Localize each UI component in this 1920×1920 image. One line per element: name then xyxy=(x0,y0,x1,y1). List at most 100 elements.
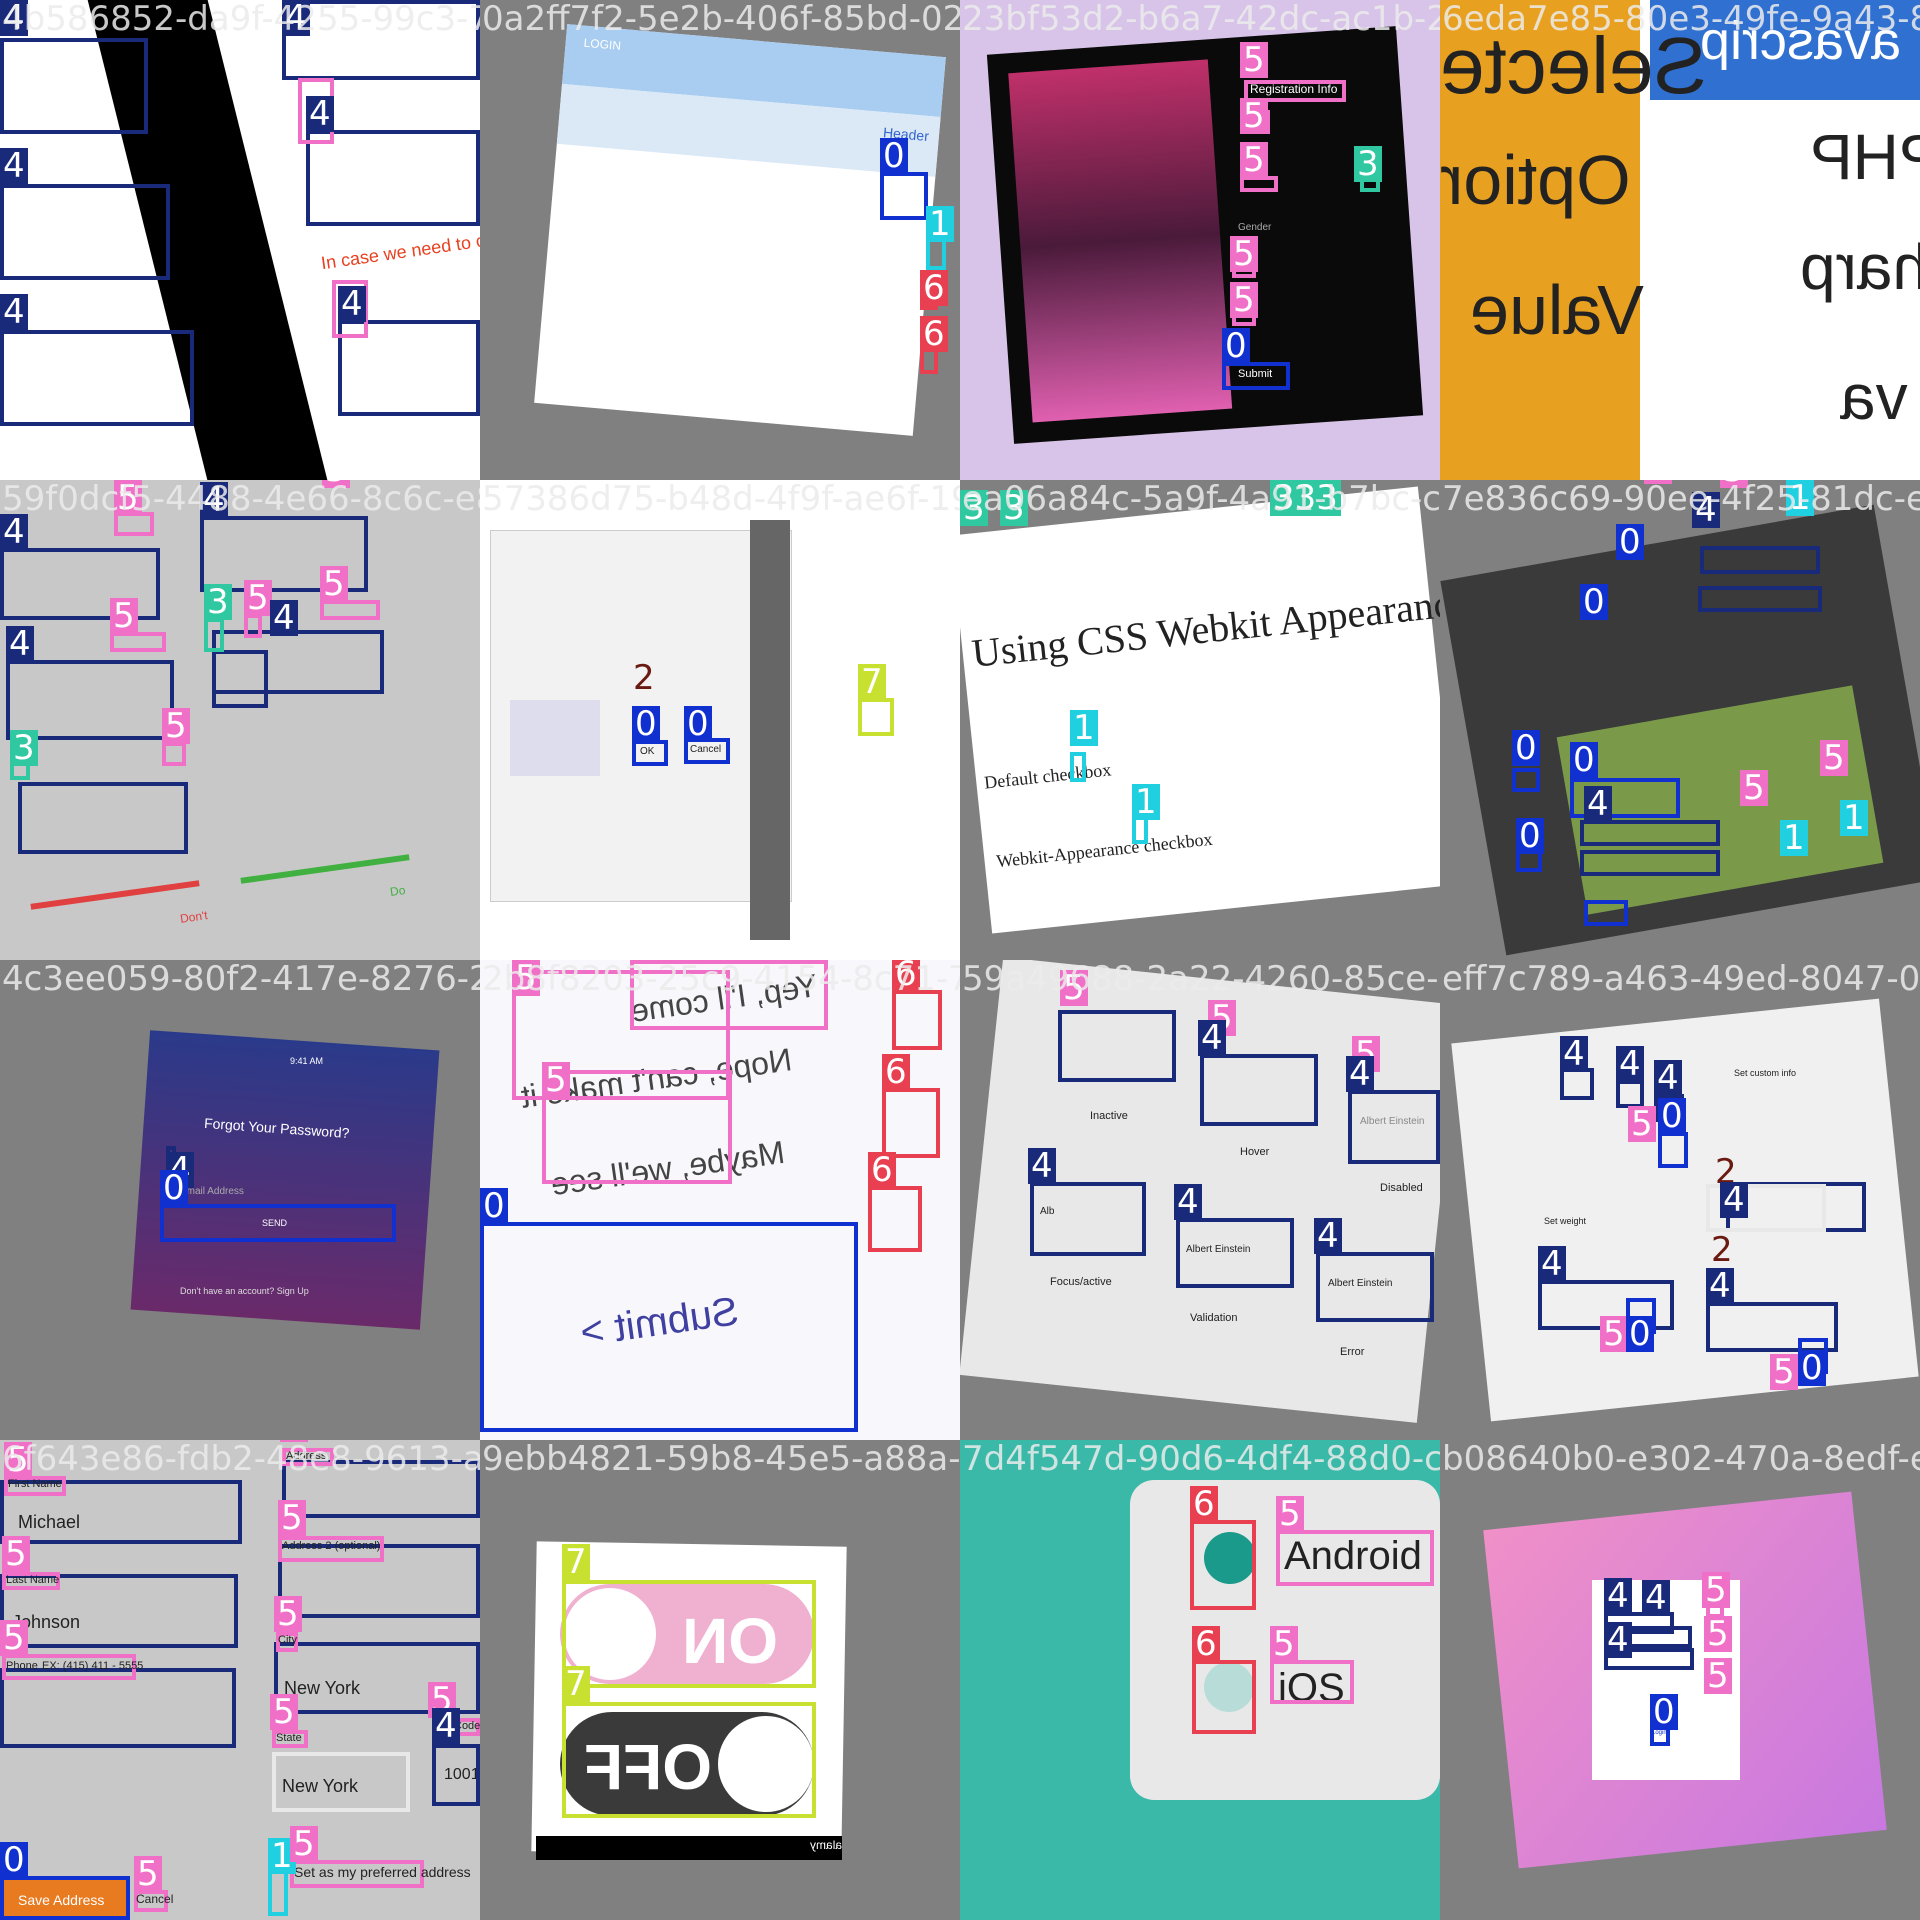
tile-title: 4b586852-da9f-4255-99c3-7e... xyxy=(2,0,480,39)
class-label: 4 xyxy=(1706,1268,1734,1304)
class-label: 7 xyxy=(562,1666,590,1702)
button[interactable] xyxy=(880,172,928,220)
class-label: 0 xyxy=(1512,730,1540,766)
class-label: 5 xyxy=(1270,1626,1298,1662)
input-box[interactable] xyxy=(0,38,148,134)
class-label: 4 xyxy=(1028,1148,1056,1184)
radio[interactable] xyxy=(892,990,942,1050)
input-disabled[interactable] xyxy=(1348,1090,1440,1164)
label: Last Name xyxy=(6,1574,60,1586)
class-label: 5 xyxy=(244,580,272,616)
class-label: 0 xyxy=(1650,1694,1678,1730)
input-box[interactable] xyxy=(212,650,268,708)
class-label: 5 xyxy=(1240,42,1268,78)
input-box[interactable] xyxy=(306,130,480,226)
checkbox-box[interactable] xyxy=(204,618,224,652)
login-button[interactable] xyxy=(1584,900,1628,926)
class-label: 5 xyxy=(1240,142,1268,178)
zip-input[interactable] xyxy=(432,1744,480,1806)
toggle[interactable] xyxy=(858,698,894,736)
submit-label: Submit xyxy=(1238,368,1273,380)
class-label: 4 xyxy=(1616,1046,1644,1082)
class-label: 5 xyxy=(1704,1658,1732,1694)
class-label: 4 xyxy=(1584,786,1612,822)
class-label: 4 xyxy=(0,294,28,330)
button[interactable] xyxy=(1512,768,1540,792)
class-label: 1 xyxy=(1132,784,1160,820)
word: Value xyxy=(1470,271,1644,349)
class-label: 5 xyxy=(1240,98,1268,134)
tile-10: Yep, I'll come Nope, can't make it Maybe… xyxy=(480,960,960,1440)
class-label: 5 xyxy=(162,708,190,744)
phone-input[interactable] xyxy=(0,1668,236,1748)
class-label: 6 xyxy=(882,1054,910,1090)
footer-bar xyxy=(536,1836,842,1860)
class-label: 5 xyxy=(1740,770,1768,806)
class-label: 1 xyxy=(1840,800,1868,836)
class-label: 3 xyxy=(204,584,232,620)
class-label: 0 xyxy=(1616,524,1644,560)
class-label: 4 xyxy=(1604,1622,1632,1658)
input-box[interactable] xyxy=(1698,586,1822,612)
footer: Don't have an account? Sign Up xyxy=(180,1286,309,1296)
android-radio[interactable] xyxy=(1190,1520,1256,1610)
class-label: 1 xyxy=(1780,820,1808,856)
tile-title: 4c3ee059-80f2-417e-8276-20... xyxy=(2,960,480,999)
class-label: 5 xyxy=(1820,740,1848,776)
class-label: 6 xyxy=(868,1152,896,1188)
input-box[interactable] xyxy=(0,184,170,280)
tile-title: ea06a84c-5a9f-4a91-b7bc-cd... xyxy=(962,480,1440,519)
class-label: 4 xyxy=(432,1708,460,1744)
do-line xyxy=(240,854,410,884)
label: State xyxy=(276,1732,302,1744)
tile-8: 0 0 4 0 5 1 5 1 0 0 4 5 5 4 1 7e836c69-9… xyxy=(1440,480,1920,960)
state-select[interactable] xyxy=(272,1752,410,1812)
tile-11: Inactive Hover Disabled Focus/active Val… xyxy=(960,960,1440,1440)
radio[interactable] xyxy=(868,1186,922,1252)
save-button[interactable] xyxy=(1658,1132,1688,1168)
class-label: 0 xyxy=(160,1170,188,1206)
tile-13: Michael Johnson New York New York 10012 … xyxy=(0,1440,480,1920)
ok-label: OK xyxy=(640,746,655,757)
class-label: 0 xyxy=(1570,742,1598,778)
tile-14: ON OFF alamy 7 7 9ebb4821-59b8-45e5-a88a… xyxy=(480,1440,960,1920)
ios-radio[interactable] xyxy=(1192,1660,1256,1734)
input-focus[interactable] xyxy=(1030,1182,1146,1256)
tile-title: 57386d75-b48d-4f9f-ae6f-19... xyxy=(482,480,960,519)
class-label: 4 xyxy=(270,600,298,636)
input-box[interactable] xyxy=(0,330,194,426)
radio[interactable] xyxy=(882,1088,940,1158)
word: Optior xyxy=(1440,141,1631,219)
input-box[interactable] xyxy=(1580,850,1720,876)
tile-9: Forgot Your Password? 9:41 AM Email Addr… xyxy=(0,960,480,1440)
class-label: 5 xyxy=(274,1596,302,1632)
card xyxy=(986,26,1424,444)
state-label: Focus/active xyxy=(1050,1276,1112,1288)
class-label: 0 xyxy=(632,706,660,742)
input-hover[interactable] xyxy=(1200,1054,1318,1126)
toggle-box[interactable] xyxy=(562,1702,816,1818)
value: Albert Einstein xyxy=(1360,1116,1425,1127)
class-label: 1 xyxy=(926,206,954,242)
class-label: 4 xyxy=(1198,1020,1226,1056)
send-label: SEND xyxy=(262,1218,288,1228)
class-label: 0 xyxy=(1626,1316,1654,1352)
word: sharp xyxy=(1800,231,1920,303)
window: LOGIN Header xyxy=(534,24,946,436)
tile-title: 2b8f8203-25c9-4154-8c71-7e... xyxy=(482,960,960,999)
save-address-box[interactable] xyxy=(0,1876,130,1920)
class-label: 0 xyxy=(1658,1098,1686,1134)
class-label: 4 xyxy=(1174,1184,1202,1220)
brand: alamy xyxy=(810,1838,843,1852)
input-box[interactable] xyxy=(1700,546,1820,574)
cancel-text: Cancel xyxy=(136,1892,174,1906)
class-label: 4 xyxy=(1346,1056,1374,1092)
toggle-box[interactable] xyxy=(562,1580,816,1688)
class-label: 5 xyxy=(270,1694,298,1730)
default-checkbox[interactable] xyxy=(1070,752,1086,782)
class-label: 5 xyxy=(1628,1106,1656,1142)
class-label: 2 xyxy=(633,658,655,698)
input-inactive[interactable] xyxy=(1058,1010,1176,1082)
do-text: Do xyxy=(389,883,407,899)
input-box[interactable] xyxy=(18,782,188,854)
